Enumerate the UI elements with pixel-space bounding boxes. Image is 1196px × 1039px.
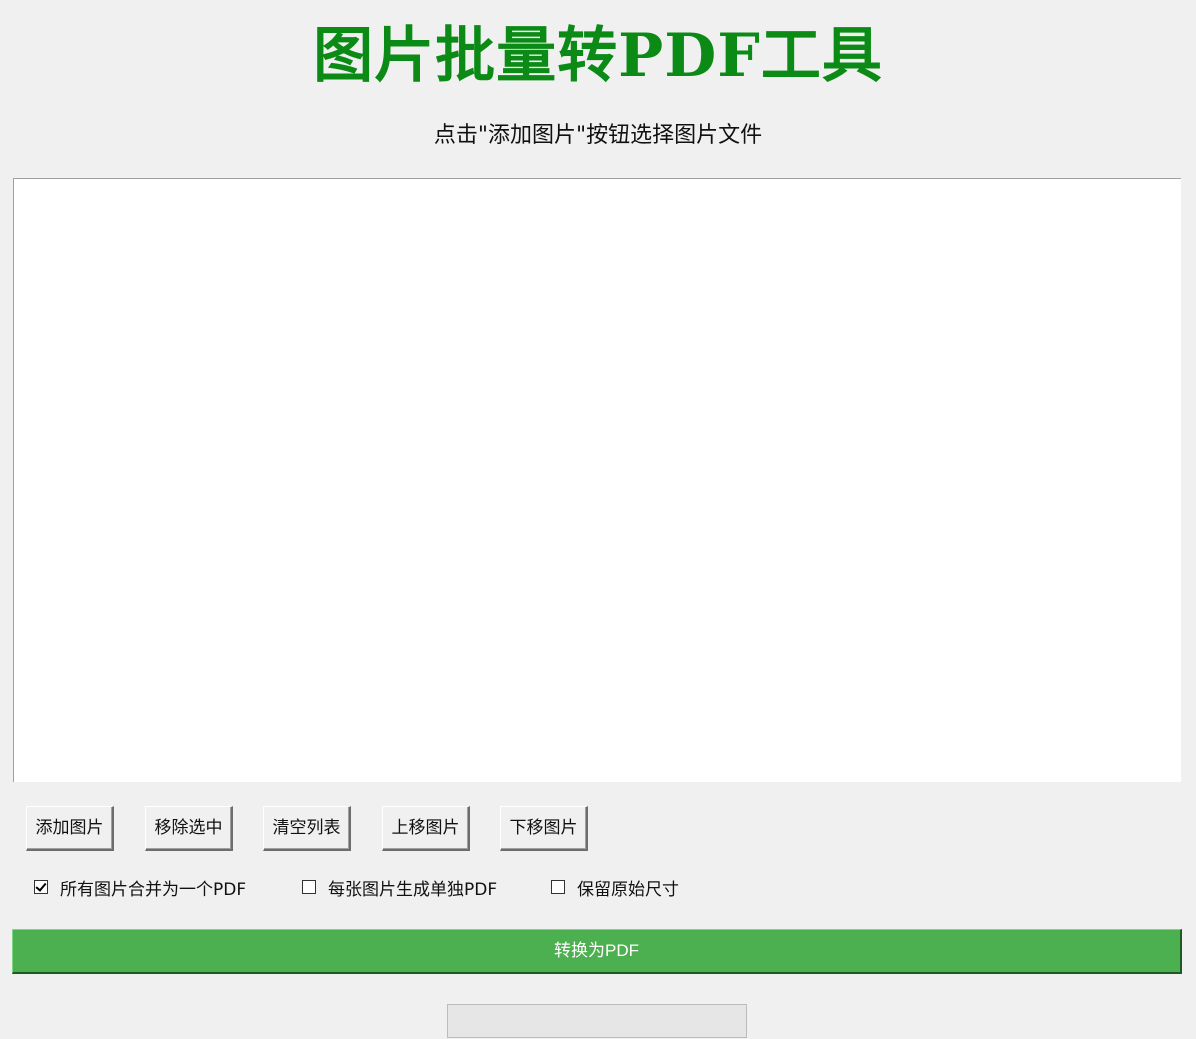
app-title: 图片批量转PDF工具 [313, 21, 883, 91]
merge-option[interactable]: 所有图片合并为一个PDF [34, 873, 246, 901]
remove-selected-button[interactable]: 移除选中 [145, 806, 233, 851]
convert-to-pdf-button[interactable]: 转换为PDF [12, 929, 1182, 974]
merge-option-label: 所有图片合并为一个PDF [60, 879, 247, 900]
image-file-list[interactable] [13, 178, 1181, 782]
separate-option[interactable]: 每张图片生成单独PDF [302, 873, 497, 901]
separate-checkbox[interactable] [302, 880, 316, 894]
instruction-text: 点击"添加图片"按钮选择图片文件 [433, 123, 763, 148]
progress-bar [447, 1004, 747, 1038]
move-down-button[interactable]: 下移图片 [500, 806, 588, 851]
clear-list-button[interactable]: 清空列表 [263, 806, 351, 851]
merge-checkbox[interactable] [34, 880, 48, 894]
separate-option-label: 每张图片生成单独PDF [328, 879, 498, 900]
keep-size-checkbox[interactable] [551, 880, 565, 894]
move-up-button[interactable]: 上移图片 [382, 806, 470, 851]
add-images-button[interactable]: 添加图片 [26, 806, 114, 851]
keep-size-option[interactable]: 保留原始尺寸 [551, 873, 679, 901]
keep-size-option-label: 保留原始尺寸 [577, 879, 679, 900]
